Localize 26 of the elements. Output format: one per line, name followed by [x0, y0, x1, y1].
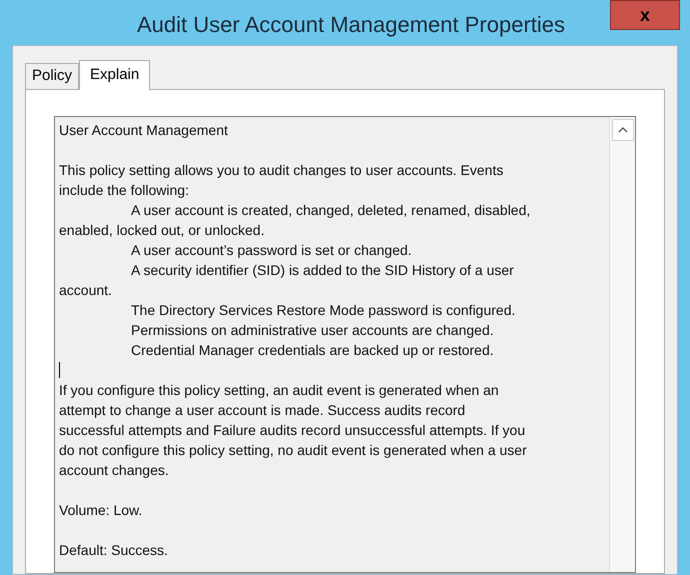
tab[interactable]: Explain [79, 60, 150, 90]
explain-text-line: attempt to change a user account is made. Success audits record [59, 401, 466, 420]
tab[interactable]: Policy [25, 63, 80, 89]
window-title: Audit User Account Management Properties [137, 11, 566, 39]
explain-text-line: Default: Success. [59, 541, 168, 560]
explain-text-line: This policy setting allows you to audit changes to user accounts. Events [59, 161, 504, 180]
explain-text-line: successful attempts and Failure audits record unsuccessful attempts. If you [59, 421, 526, 440]
explain-text-line: A user account is created, changed, deleted, renamed, disabled, [131, 201, 530, 220]
explain-text-line: account changes. [59, 461, 169, 480]
explain-text-line: include the following: [59, 181, 189, 200]
text-caret [59, 362, 60, 378]
explain-text-line: account. [59, 281, 112, 300]
close-button[interactable]: x [610, 0, 680, 30]
explain-text-line: Credential Manager credentials are backed up or restored. [131, 341, 494, 360]
explain-text-line: A security identifier (SID) is added to the SID History of a user [131, 261, 514, 280]
vertical-scrollbar[interactable] [609, 117, 635, 572]
explain-text-line: Volume: Low. [59, 501, 142, 520]
chevron-up-icon [618, 127, 628, 133]
explain-text-line: do not configure this policy setting, no audit event is generated when a user [59, 441, 527, 460]
explain-text-line: If you configure this policy setting, an audit event is generated when an [59, 381, 499, 400]
explain-text-line: Permissions on administrative user accounts are changed. [131, 321, 494, 340]
explain-text-line: enabled, locked out, or unlocked. [59, 221, 264, 240]
explain-text-line: The Directory Services Restore Mode password is configured. [131, 301, 516, 320]
explain-text-line: A user account’s password is set or changed. [131, 241, 412, 260]
explain-text-line: User Account Management [59, 121, 228, 140]
scroll-up-button[interactable] [612, 119, 634, 141]
